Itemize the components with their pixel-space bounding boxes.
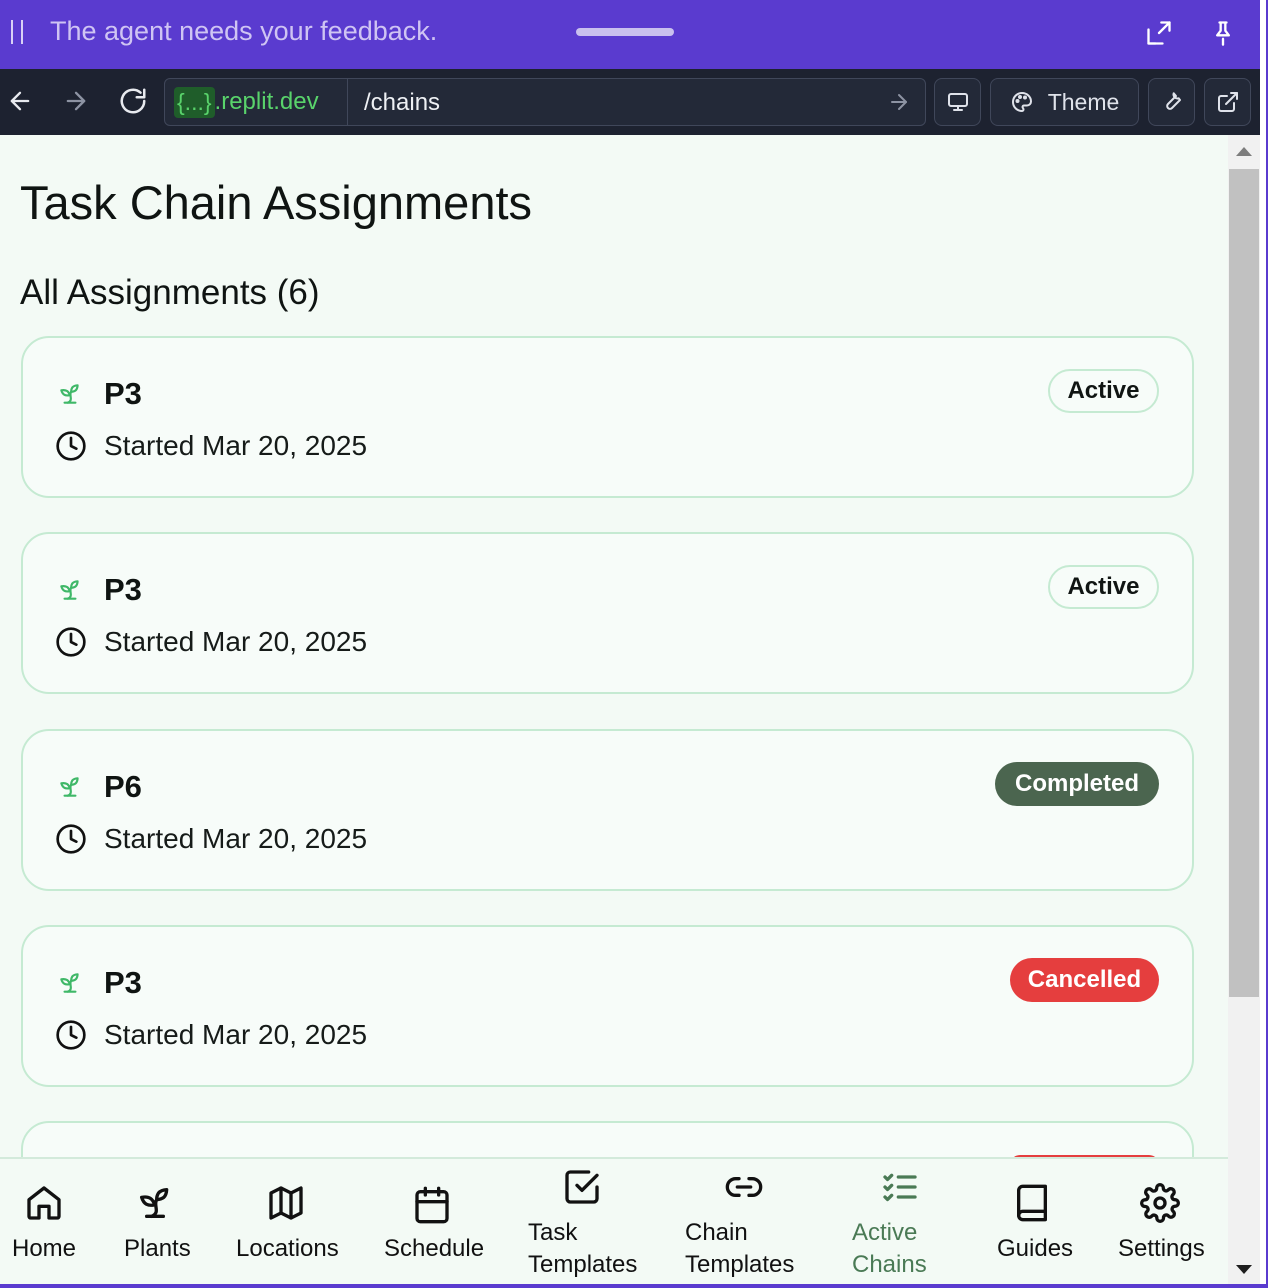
nav-task-templates-label-1: Task [528, 1219, 578, 1246]
plant-name: P3 [104, 965, 142, 1000]
nav-active-chains-label-1: Active [852, 1219, 918, 1246]
assignment-card[interactable]: P6 Started Mar 20, 2025 Completed [21, 729, 1194, 891]
reload-icon[interactable] [115, 83, 151, 119]
assignment-card[interactable]: P3 Started Mar 20, 2025 Active [21, 336, 1194, 498]
calendar-icon [415, 1186, 449, 1224]
drag-handle[interactable] [576, 28, 674, 36]
nav-locations-label: Locations [236, 1235, 339, 1262]
url-path[interactable]: /chains [364, 89, 440, 117]
clock-icon [56, 824, 86, 854]
nav-plants[interactable]: Plants [110, 1159, 202, 1288]
nav-chain-templates[interactable]: Chain Templates [678, 1159, 808, 1288]
nav-active-chains[interactable]: Active Chains [844, 1159, 944, 1288]
url-braces: {...} [174, 86, 215, 118]
nav-home[interactable]: Home [0, 1159, 90, 1288]
sprout-icon [60, 973, 79, 993]
pin-icon[interactable] [1206, 16, 1240, 50]
device-preview-button[interactable] [934, 78, 981, 126]
map-icon [269, 1186, 303, 1220]
status-badge: Cancelled [1010, 958, 1159, 1002]
agent-feedback-bar: The agent needs your feedback. [0, 0, 1266, 69]
nav-guides[interactable]: Guides [988, 1159, 1080, 1288]
nav-schedule-label: Schedule [384, 1235, 485, 1262]
plant-name: P6 [104, 769, 142, 804]
sprout-icon [60, 777, 79, 797]
nav-plants-label: Plants [124, 1235, 191, 1262]
url-domain: {...} .replit.dev [165, 79, 348, 125]
started-date: Started Mar 20, 2025 [104, 823, 368, 854]
status-badge: Completed [995, 762, 1159, 806]
clock-icon [56, 1020, 86, 1050]
forward-arrow-icon[interactable] [58, 83, 94, 119]
nav-active-chains-label-2: Chains [852, 1251, 927, 1278]
sprout-icon [60, 580, 79, 600]
page-title: Task Chain Assignments [20, 176, 533, 229]
nav-guides-label: Guides [997, 1235, 1074, 1262]
nav-locations[interactable]: Locations [228, 1159, 346, 1288]
list-checks-icon [883, 1173, 917, 1202]
started-date: Started Mar 20, 2025 [104, 430, 368, 461]
feedback-message: The agent needs your feedback. [50, 16, 438, 46]
sprout-icon [60, 384, 79, 404]
clock-icon [56, 627, 86, 657]
browser-toolbar: {...} .replit.dev /chains Theme [0, 69, 1266, 135]
scroll-up-arrow-icon[interactable] [1236, 147, 1252, 156]
scroll-down-arrow-icon[interactable] [1236, 1265, 1252, 1274]
window-bottom-border [0, 1284, 1266, 1288]
external-link-icon [1217, 92, 1238, 112]
nav-schedule[interactable]: Schedule [376, 1159, 488, 1288]
home-icon [27, 1186, 61, 1220]
back-arrow-icon[interactable] [2, 83, 38, 119]
status-badge: Active [1048, 369, 1159, 413]
window-edge-line [1266, 0, 1268, 1288]
theme-button[interactable]: Theme [990, 78, 1139, 126]
plant-name: P3 [104, 376, 142, 411]
nav-task-templates-label-2: Templates [528, 1251, 638, 1278]
assignment-card[interactable]: P3 Started Mar 20, 2025 Active [21, 532, 1194, 694]
plant-name: P3 [104, 572, 142, 607]
gear-icon [1140, 1183, 1180, 1223]
scroll-thumb[interactable] [1229, 169, 1259, 997]
started-date: Started Mar 20, 2025 [104, 626, 368, 657]
status-badge: Active [1048, 565, 1159, 609]
monitor-icon [947, 93, 968, 111]
theme-label: Theme [1047, 88, 1120, 115]
nav-settings[interactable]: Settings [1108, 1159, 1216, 1288]
nav-settings-label: Settings [1118, 1235, 1205, 1262]
url-host: .replit.dev [214, 88, 319, 115]
wrench-icon [1165, 92, 1181, 110]
go-arrow-icon[interactable] [887, 90, 911, 119]
book-icon [1017, 1184, 1047, 1222]
nav-task-templates[interactable]: Task Templates [520, 1159, 650, 1288]
url-bar[interactable]: {...} .replit.dev /chains [164, 78, 926, 126]
started-date: Started Mar 20, 2025 [104, 1019, 368, 1050]
checkbox-icon [565, 1170, 599, 1204]
open-new-tab-button[interactable] [1204, 78, 1251, 126]
nav-chain-templates-label-1: Chain [685, 1219, 748, 1246]
nav-home-label: Home [12, 1235, 77, 1262]
section-title: All Assignments (6) [20, 273, 320, 312]
assignment-card[interactable]: P3 Started Mar 20, 2025 Cancelled [21, 925, 1194, 1087]
palette-icon [1011, 92, 1032, 112]
expand-window-icon[interactable] [1142, 16, 1176, 50]
main-content: Task Chain Assignments All Assignments (… [0, 135, 1228, 1157]
devtools-button[interactable] [1148, 78, 1195, 126]
sprout-icon [140, 1188, 169, 1218]
assignment-card[interactable] [21, 1121, 1194, 1157]
nav-chain-templates-label-2: Templates [685, 1251, 795, 1278]
grip-icon[interactable] [11, 20, 25, 44]
clock-icon [56, 431, 86, 461]
link-icon [725, 1177, 763, 1197]
vertical-scrollbar[interactable] [1228, 135, 1260, 1285]
bottom-navigation: Home Plants Locations Schedule Task Temp… [0, 1157, 1228, 1288]
